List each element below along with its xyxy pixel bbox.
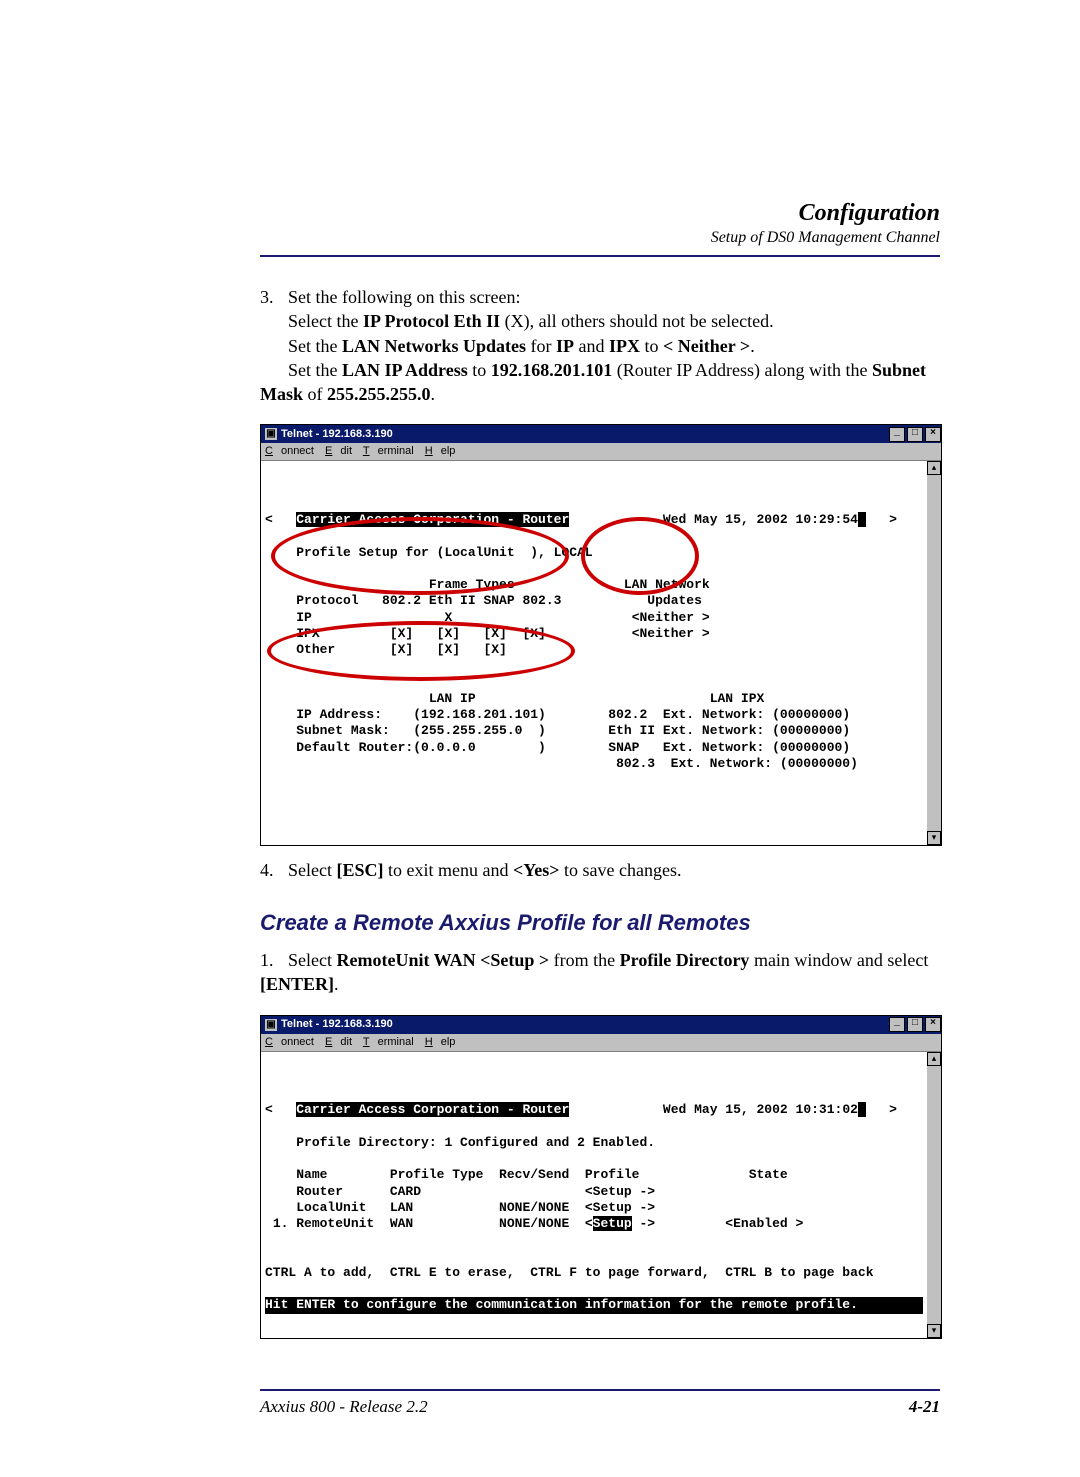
lan-ip-address: IP Address: (192.168.201.101) bbox=[296, 707, 546, 722]
menu-connect[interactable]: Connect bbox=[265, 445, 314, 457]
telnet2-titlebar: ▣ Telnet - 192.168.3.190 _ □ × bbox=[261, 1016, 941, 1034]
profile-directory-line: Profile Directory: 1 Configured and 2 En… bbox=[296, 1135, 655, 1150]
chapter-subtitle: Setup of DS0 Management Channel bbox=[260, 229, 940, 247]
menu-edit[interactable]: Edit bbox=[325, 1036, 352, 1048]
step-4-number: 4. bbox=[260, 858, 288, 882]
step-1: 1.Select RemoteUnit WAN <Setup > from th… bbox=[260, 948, 940, 997]
status-hint: Hit ENTER to configure the communication… bbox=[265, 1297, 923, 1313]
menu-terminal[interactable]: Terminal bbox=[363, 1036, 414, 1048]
close-button[interactable]: × bbox=[925, 427, 941, 442]
menu-terminal[interactable]: Terminal bbox=[363, 445, 414, 457]
telnet2-timestamp: Wed May 15, 2002 10:31:02 bbox=[663, 1102, 858, 1117]
step-4: 4.Select [ESC] to exit menu and <Yes> to… bbox=[260, 858, 940, 882]
telnet2-title: Telnet - 192.168.3.190 bbox=[281, 1017, 393, 1032]
menu-help[interactable]: Help bbox=[425, 1036, 456, 1048]
maximize-button[interactable]: □ bbox=[907, 1017, 923, 1032]
telnet1-profile-line: Profile Setup for (LocalUnit ), LOCAL bbox=[296, 545, 592, 560]
telnet1-title: Telnet - 192.168.3.190 bbox=[281, 427, 393, 442]
profile-row-localunit: LocalUnit LAN NONE/NONE <Setup -> bbox=[273, 1200, 655, 1215]
lan-default-router: Default Router:(0.0.0.0 ) bbox=[296, 740, 546, 755]
scroll-down-button[interactable]: ▾ bbox=[927, 831, 941, 845]
lan-subnet-mask: Subnet Mask: (255.255.255.0 ) bbox=[296, 723, 546, 738]
page-header: Configuration Setup of DS0 Management Ch… bbox=[260, 200, 940, 247]
telnet-window-1: ▣ Telnet - 192.168.3.190 _ □ × Connect E… bbox=[260, 424, 942, 846]
footer-divider bbox=[260, 1389, 940, 1391]
telnet-icon: ▣ bbox=[265, 428, 277, 440]
row-other: Other [X] [X] [X] bbox=[296, 642, 507, 657]
row-ip: IP X bbox=[296, 610, 452, 625]
telnet1-menubar: Connect Edit Terminal Help bbox=[261, 443, 941, 461]
chapter-title: Configuration bbox=[260, 200, 940, 227]
header-divider bbox=[260, 255, 940, 257]
step-3-number: 3. bbox=[260, 285, 288, 309]
telnet1-titlebar: ▣ Telnet - 192.168.3.190 _ □ × bbox=[261, 425, 941, 443]
scroll-up-button[interactable]: ▴ bbox=[927, 461, 941, 475]
step-1-number: 1. bbox=[260, 948, 288, 972]
menu-edit[interactable]: Edit bbox=[325, 445, 352, 457]
telnet1-timestamp: Wed May 15, 2002 10:29:54 bbox=[663, 512, 858, 527]
menu-help[interactable]: Help bbox=[425, 445, 456, 457]
page-number: 4-21 bbox=[909, 1397, 940, 1417]
menu-connect[interactable]: Connect bbox=[265, 1036, 314, 1048]
telnet1-banner: Carrier Access Corporation - Router bbox=[296, 512, 569, 527]
telnet-icon: ▣ bbox=[265, 1019, 277, 1031]
profile-columns: Name Profile Type Recv/Send Profile Stat… bbox=[273, 1167, 788, 1182]
telnet2-menubar: Connect Edit Terminal Help bbox=[261, 1034, 941, 1052]
scroll-down-button[interactable]: ▾ bbox=[927, 1324, 941, 1338]
telnet1-terminal[interactable]: ▴ ▾ < Carrier Access Corporation - Route… bbox=[261, 461, 941, 845]
telnet2-banner: Carrier Access Corporation - Router bbox=[296, 1102, 569, 1117]
row-ipx: IPX [X] [X] [X] [X] bbox=[296, 626, 546, 641]
section-heading: Create a Remote Axxius Profile for all R… bbox=[260, 908, 940, 938]
minimize-button[interactable]: _ bbox=[889, 1017, 905, 1032]
telnet2-terminal[interactable]: ▴ ▾ < Carrier Access Corporation - Route… bbox=[261, 1052, 941, 1338]
page-footer: Axxius 800 - Release 2.2 4-21 bbox=[260, 1389, 940, 1417]
footer-left: Axxius 800 - Release 2.2 bbox=[260, 1397, 428, 1417]
maximize-button[interactable]: □ bbox=[907, 427, 923, 442]
profile-row-router: Router CARD <Setup -> bbox=[273, 1184, 655, 1199]
scroll-up-button[interactable]: ▴ bbox=[927, 1052, 941, 1066]
remoteunit-setup-selected[interactable]: Setup bbox=[593, 1216, 632, 1231]
minimize-button[interactable]: _ bbox=[889, 427, 905, 442]
ctrl-hint-line: CTRL A to add, CTRL E to erase, CTRL F t… bbox=[265, 1265, 874, 1280]
close-button[interactable]: × bbox=[925, 1017, 941, 1032]
telnet-window-2: ▣ Telnet - 192.168.3.190 _ □ × Connect E… bbox=[260, 1015, 942, 1339]
step-3: 3.Set the following on this screen: Sele… bbox=[260, 285, 940, 406]
step-3-line1: Set the following on this screen: bbox=[288, 287, 520, 307]
